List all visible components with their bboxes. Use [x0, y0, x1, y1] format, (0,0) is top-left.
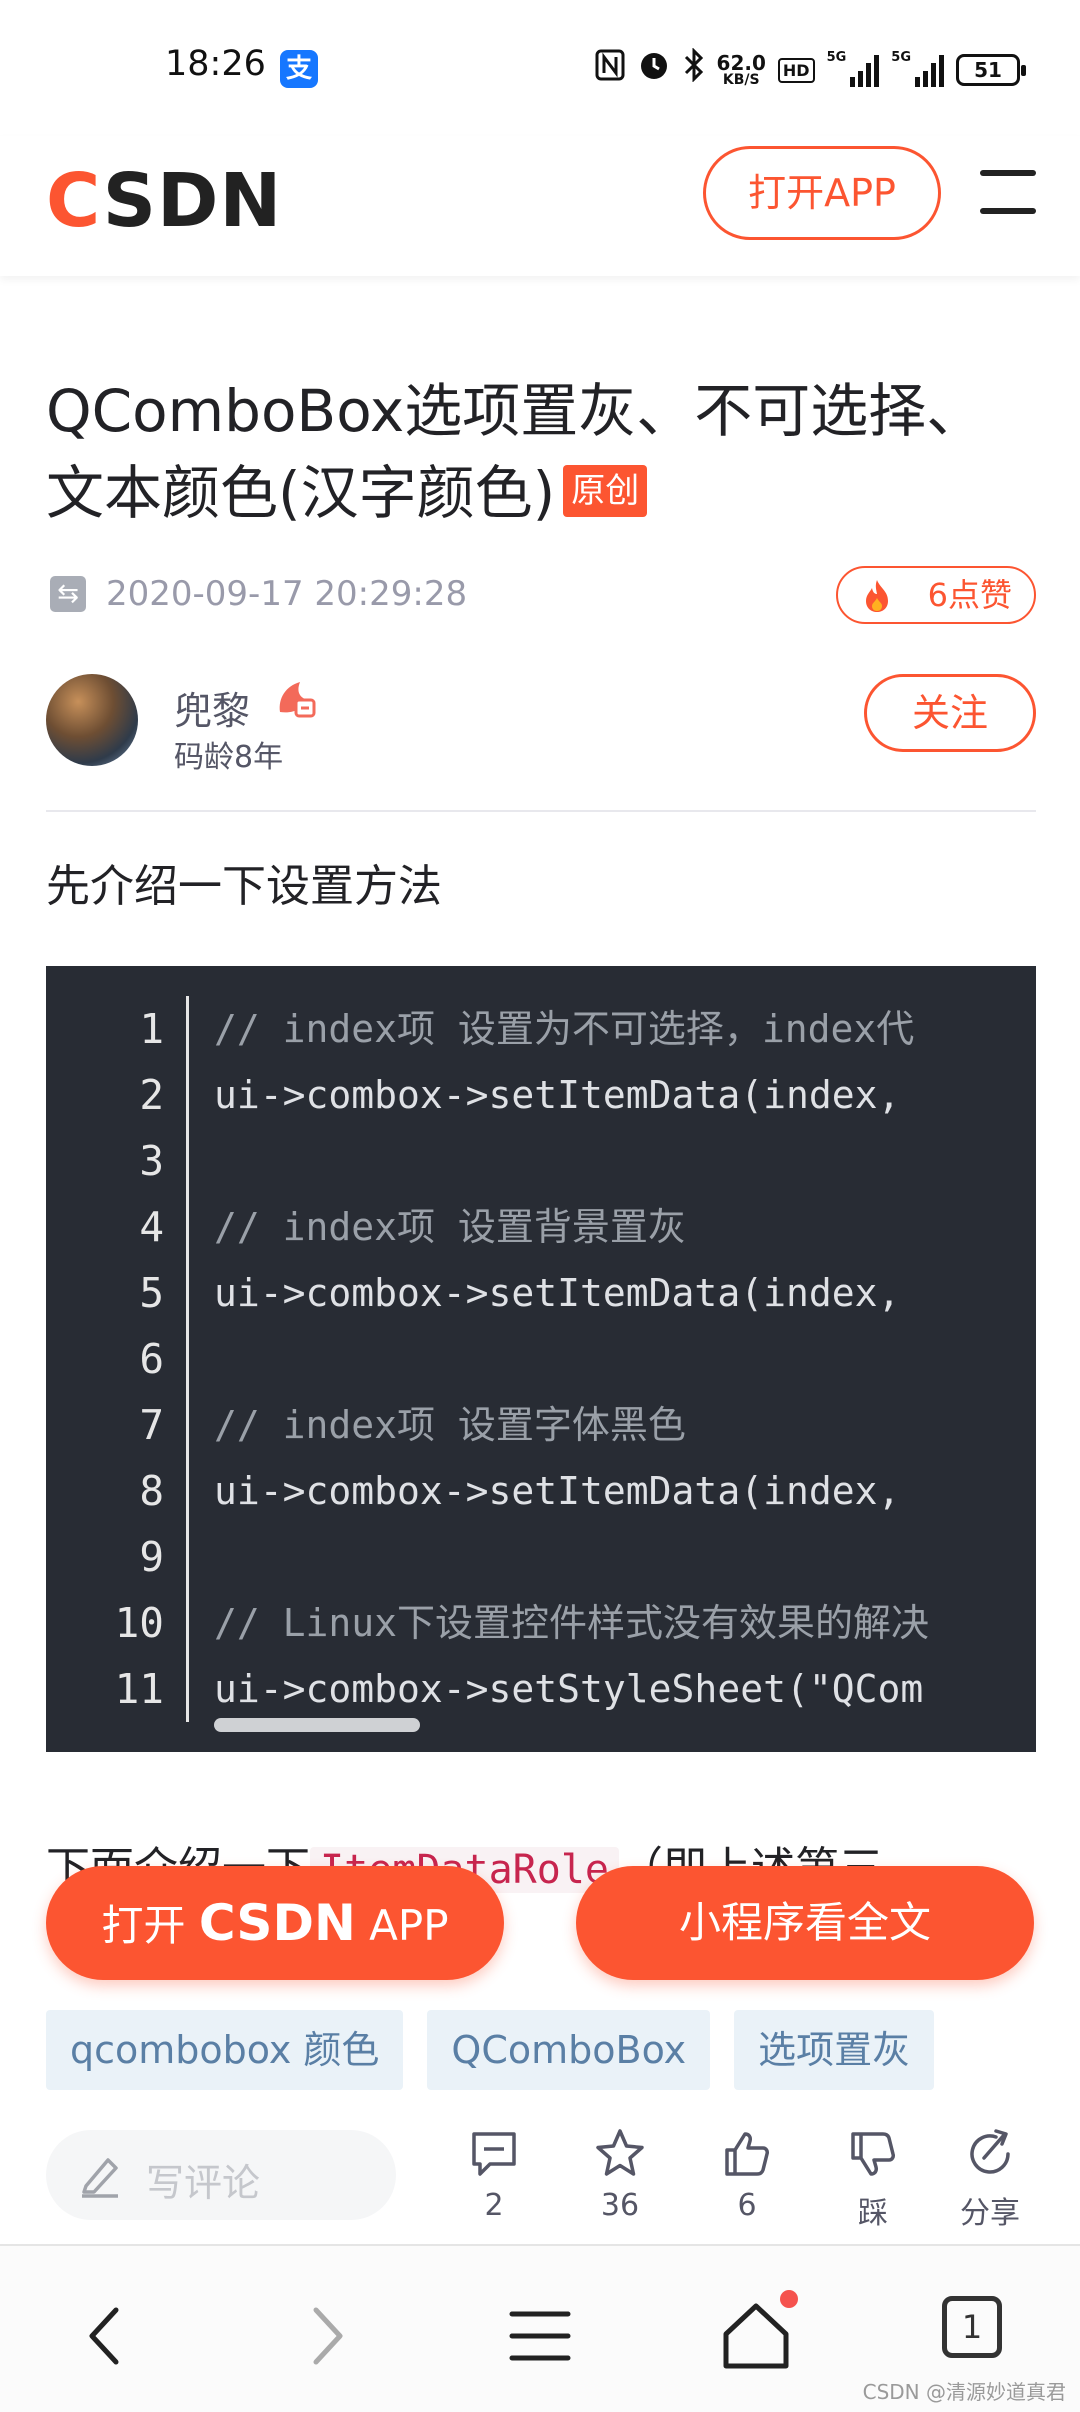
author-row: 兜黎 码龄8年 关注 — [46, 670, 1036, 775]
dislike-button[interactable]: 踩 — [828, 2126, 918, 2232]
line-number: 2 — [139, 1071, 164, 1119]
status-bar: 18:26 支 62.0 KB/S HD 5G 5G 51 — [0, 0, 1080, 136]
tag-list: qcombobox 颜色 QComboBox 选项置灰 — [46, 2010, 935, 2090]
forward-icon[interactable] — [284, 2296, 364, 2376]
open-app-button[interactable]: 打开APP — [703, 146, 941, 240]
watermark: CSDN @清源妙道真君 — [862, 2380, 1066, 2404]
like-count-button[interactable]: 6点赞 — [836, 566, 1036, 624]
repost-icon: ⇆ — [50, 576, 86, 612]
line-number: 3 — [139, 1137, 164, 1185]
article-title: QComboBox选项置灰、不可选择、文本颜色(汉字颜色) 原创 — [46, 377, 985, 527]
status-time: 18:26 — [165, 44, 266, 84]
back-icon[interactable] — [68, 2296, 148, 2376]
tag-qcombobox-color[interactable]: qcombobox 颜色 — [46, 2010, 404, 2090]
intro-paragraph: 先介绍一下设置方法 — [46, 861, 442, 912]
bluetooth-icon — [683, 46, 705, 93]
network-type-1: 5G — [826, 50, 847, 65]
star-icon — [596, 2129, 644, 2176]
comment-button[interactable]: 2 — [449, 2126, 539, 2223]
favorite-button[interactable]: 36 — [575, 2126, 665, 2223]
site-header: CSDN 打开APP — [0, 136, 1080, 276]
network-type-2: 5G — [891, 50, 911, 65]
network-speed: 62.0 KB/S — [716, 51, 766, 88]
code-block[interactable]: 1 2 3 4 5 6 7 8 9 10 11 // index项 设置为不可选择，index代 ui… — [46, 966, 1036, 1752]
code-line: // index项 设置背景置灰 — [214, 1205, 686, 1249]
open-csdn-app-button[interactable]: 打开 CSDN APP — [46, 1866, 504, 1980]
thumb-down-icon — [851, 2132, 895, 2176]
tabs-menu-icon[interactable] — [500, 2296, 580, 2376]
alipay-icon: 支 — [280, 50, 318, 88]
alarm-icon — [637, 48, 671, 93]
avatar[interactable] — [46, 674, 138, 766]
line-number: 4 — [139, 1203, 164, 1251]
mini-program-read-full-button[interactable]: 小程序看全文 — [576, 1866, 1034, 1980]
signal-icon-1 — [850, 53, 880, 87]
pen-icon — [82, 2158, 118, 2198]
tab-count-button[interactable]: 1 — [942, 2296, 1002, 2358]
article-toolbar: 写评论 2 36 6 踩 分享 — [0, 2118, 1080, 2244]
line-number: 1 — [139, 1005, 164, 1053]
code-scrollbar[interactable] — [214, 1718, 420, 1732]
code-line: ui->combox->setItemData(index, — [214, 1469, 901, 1513]
line-number: 6 — [139, 1335, 164, 1383]
fire-icon — [866, 580, 888, 612]
nfc-icon — [595, 49, 625, 92]
article-meta: ⇆ 2020-09-17 20:29:28 6点赞 — [46, 566, 1036, 624]
line-number: 5 — [139, 1269, 164, 1317]
code-line: // Linux下设置控件样式没有效果的解决 — [214, 1601, 930, 1645]
line-number: 10 — [114, 1599, 164, 1647]
tag-item-gray[interactable]: 选项置灰 — [734, 2010, 935, 2090]
line-number: 8 — [139, 1467, 164, 1515]
csdn-logo[interactable]: CSDN — [46, 158, 282, 244]
share-icon — [970, 2129, 1010, 2174]
battery-icon: 51 — [956, 54, 1026, 86]
thumb-up-icon — [725, 2132, 769, 2176]
hd-voice-badge: HD — [777, 57, 815, 83]
tag-qcombobox[interactable]: QComboBox — [427, 2010, 711, 2090]
code-line: ui->combox->setItemData(index, — [214, 1271, 901, 1315]
author-name[interactable]: 兜黎 — [174, 680, 250, 735]
menu-icon[interactable] — [980, 170, 1036, 218]
line-number: 11 — [114, 1665, 164, 1713]
line-numbers: 1 2 3 4 5 6 7 8 9 10 11 — [46, 996, 164, 1722]
code-lines: // index项 设置为不可选择，index代 ui->combox->setI… — [214, 996, 1036, 1722]
like-button[interactable]: 6 — [702, 2126, 792, 2223]
line-number: 7 — [139, 1401, 164, 1449]
original-badge: 原创 — [563, 464, 648, 517]
gutter-divider — [186, 996, 189, 1722]
signal-icon-2 — [915, 53, 944, 87]
divider — [46, 810, 1036, 812]
line-number: 9 — [139, 1533, 164, 1581]
author-years: 码龄8年 — [174, 740, 284, 775]
code-line: ui->combox->setStyleSheet("QCom — [214, 1667, 924, 1711]
author-level-icon — [279, 682, 316, 718]
share-button[interactable]: 分享 — [945, 2126, 1035, 2232]
comment-icon — [472, 2132, 516, 2176]
home-notification-dot — [780, 2290, 798, 2308]
code-line: // index项 设置为不可选择，index代 — [214, 1007, 915, 1051]
status-icons: 62.0 KB/S HD 5G 5G 51 — [595, 46, 1026, 93]
code-line: // index项 设置字体黑色 — [214, 1403, 686, 1447]
follow-button[interactable]: 关注 — [864, 674, 1036, 752]
comment-input[interactable]: 写评论 — [46, 2130, 396, 2220]
code-line: ui->combox->setItemData(index, — [214, 1073, 901, 1117]
home-icon[interactable] — [716, 2296, 796, 2376]
publish-date: 2020-09-17 20:29:28 — [106, 574, 468, 614]
